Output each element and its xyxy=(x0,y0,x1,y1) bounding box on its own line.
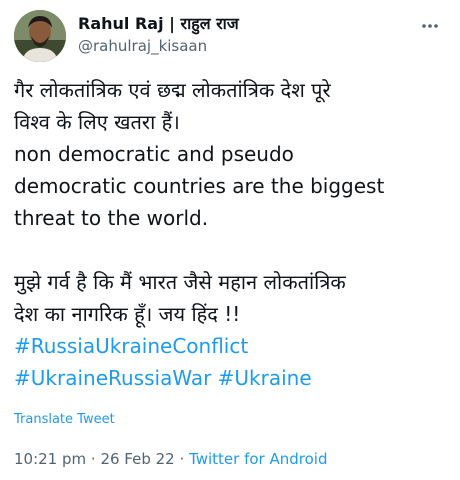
author-handle[interactable]: @rahulraj_kisaan xyxy=(78,36,239,56)
more-options-icon[interactable] xyxy=(418,18,442,34)
hashtag-ukrainerussiawar[interactable]: #UkraineRussiaWar xyxy=(14,366,211,390)
tweet-source[interactable]: Twitter for Android xyxy=(189,450,327,468)
tweet-date[interactable]: 26 Feb 22 xyxy=(100,450,174,468)
tweet-header: Rahul Raj | राहुल राज @rahulraj_kisaan xyxy=(14,8,446,64)
text-line: democratic countries are the biggest xyxy=(14,174,385,198)
text-line: देश का नागरिक हूँ। जय हिंद !! xyxy=(14,302,241,326)
text-line: threat to the world. xyxy=(14,206,209,230)
translate-tweet-link[interactable]: Translate Tweet xyxy=(14,412,115,427)
author-display-name[interactable]: Rahul Raj | राहुल राज xyxy=(78,14,239,34)
tweet-time[interactable]: 10:21 pm xyxy=(14,450,86,468)
tweet-card: Rahul Raj | राहुल राज @rahulraj_kisaan ग… xyxy=(0,0,460,480)
text-line: मुझे गर्व है कि मैं भारत जैसे महान लोकता… xyxy=(14,270,346,294)
avatar[interactable] xyxy=(14,10,66,62)
hashtag-line: #RussiaUkraineConflict xyxy=(14,330,450,362)
hashtag-ukraine[interactable]: #Ukraine xyxy=(218,366,312,390)
tweet-meta: 10:21 pm · 26 Feb 22 · Twitter for Andro… xyxy=(14,450,327,468)
text-line: non democratic and pseudo xyxy=(14,142,294,166)
hashtag-line: #UkraineRussiaWar #Ukraine xyxy=(14,362,450,394)
author-names: Rahul Raj | राहुल राज @rahulraj_kisaan xyxy=(78,14,239,56)
meta-separator: · xyxy=(86,450,101,468)
tweet-text: गैर लोकतांत्रिक एवं छद्म लोकतांत्रिक देश… xyxy=(14,74,450,394)
text-line: गैर लोकतांत्रिक एवं छद्म लोकतांत्रिक देश… xyxy=(14,78,331,102)
text-line: विश्व के लिए खतरा हैं। xyxy=(14,110,180,134)
meta-separator: · xyxy=(174,450,190,468)
hashtag-russiaukraineconflict[interactable]: #RussiaUkraineConflict xyxy=(14,334,248,358)
